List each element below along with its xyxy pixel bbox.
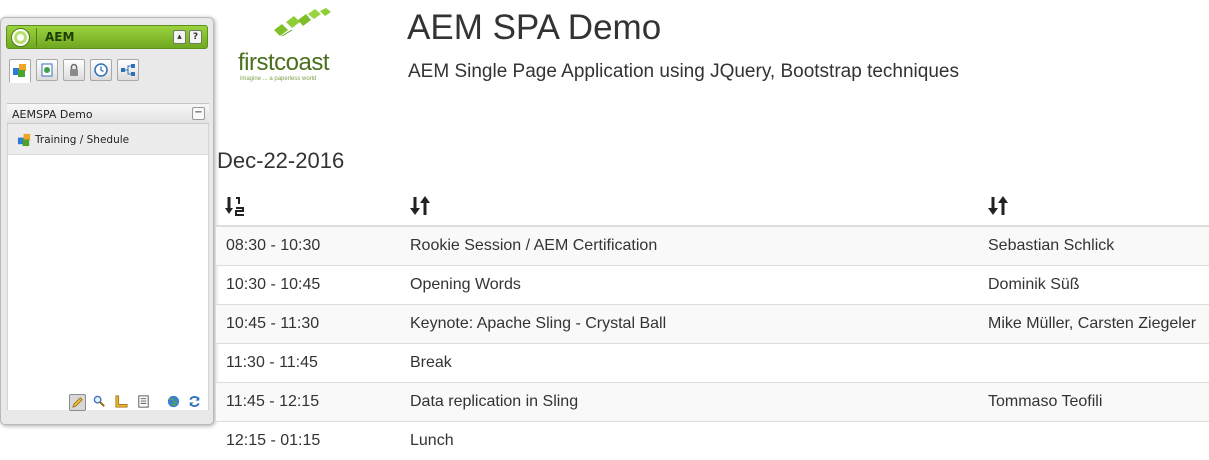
tab-versioning[interactable] — [90, 59, 112, 81]
lock-icon — [70, 63, 78, 76]
sidekick-section-header[interactable]: AEMSPA Demo − — [7, 104, 209, 124]
page-subtitle: AEM Single Page Application using JQuery… — [408, 61, 959, 82]
page-title: AEM SPA Demo — [407, 8, 662, 47]
edit-mode-button[interactable] — [69, 394, 86, 411]
websites-button[interactable] — [166, 394, 183, 411]
table-row[interactable]: 10:30 - 10:45 Opening Words Dominik Süß — [216, 264, 1209, 304]
title-cell: Data replication in Sling — [400, 381, 978, 421]
time-cell: 12:15 - 01:15 — [216, 420, 400, 460]
title-cell: Rookie Session / AEM Certification — [400, 225, 978, 265]
scaffolding-button[interactable] — [136, 394, 153, 411]
title-cell: Keynote: Apache Sling - Crystal Ball — [400, 303, 978, 343]
sidekick-component-list: Training / Shedule — [7, 124, 209, 410]
table-row[interactable]: 10:45 - 11:30 Keynote: Apache Sling - Cr… — [216, 303, 1209, 343]
time-cell: 11:30 - 11:45 — [216, 342, 400, 382]
logo-tagline: imagine ... a paperless world — [240, 76, 317, 82]
list-item[interactable]: Training / Shedule — [8, 124, 208, 155]
globe-icon — [167, 395, 180, 408]
tab-page[interactable] — [36, 59, 58, 81]
page-icon — [41, 63, 53, 77]
title-cell: Lunch — [400, 420, 978, 460]
collapse-icon[interactable]: ▴ — [173, 30, 186, 44]
tab-workflow[interactable] — [117, 59, 139, 81]
ruler-icon — [115, 395, 128, 408]
table-row[interactable]: 11:30 - 11:45 Break — [216, 342, 1209, 382]
speaker-cell: Sebastian Schlick — [978, 225, 1209, 265]
refresh-icon — [189, 396, 200, 407]
magnifier-icon — [93, 395, 105, 407]
tab-information[interactable] — [63, 59, 85, 81]
minus-icon[interactable]: − — [192, 107, 205, 120]
document-icon — [138, 395, 149, 408]
speaker-cell — [978, 342, 1209, 382]
time-column-header[interactable] — [216, 186, 400, 227]
section-title: AEMSPA Demo — [12, 108, 93, 121]
tab-components[interactable] — [9, 59, 31, 83]
schedule-table: 08:30 - 10:30 Rookie Session / AEM Certi… — [216, 186, 1209, 460]
sort-icon — [410, 195, 430, 215]
sidekick-panel: AEM ▴ ? AEMSPA Demo − Training / Shedule — [0, 17, 214, 425]
pencil-icon — [72, 397, 83, 408]
sort-numeric-icon — [225, 196, 244, 216]
table-row[interactable]: 12:15 - 01:15 Lunch — [216, 420, 1209, 460]
speaker-cell: Tommaso Teofili — [978, 381, 1209, 421]
cq-logo-icon — [11, 28, 30, 47]
sidekick-header[interactable]: AEM ▴ ? — [6, 25, 208, 49]
logo-leaves-icon — [274, 8, 331, 37]
title-cell: Break — [400, 342, 978, 382]
time-cell: 10:45 - 11:30 — [216, 303, 400, 343]
component-icon — [17, 133, 31, 147]
company-logo: firstcoast imagine ... a paperless world — [236, 8, 346, 86]
title-cell: Opening Words — [400, 264, 978, 304]
table-row[interactable]: 11:45 - 12:15 Data replication in Sling … — [216, 381, 1209, 421]
design-mode-button[interactable] — [114, 394, 131, 411]
sidekick-tabs — [7, 56, 209, 104]
components-icon — [13, 64, 26, 77]
sort-icon — [988, 195, 1008, 215]
logo-wordmark: firstcoast — [238, 49, 330, 76]
help-icon[interactable]: ? — [189, 30, 202, 44]
workflow-icon — [121, 64, 135, 76]
time-cell: 10:30 - 10:45 — [216, 264, 400, 304]
speaker-cell: Mike Müller, Carsten Ziegeler — [978, 303, 1209, 343]
title-column-header[interactable] — [400, 186, 978, 227]
table-row[interactable]: 08:30 - 10:30 Rookie Session / AEM Certi… — [216, 225, 1209, 265]
speaker-cell — [978, 420, 1209, 460]
schedule-date: Dec-22-2016 — [217, 148, 345, 173]
time-cell: 11:45 - 12:15 — [216, 381, 400, 421]
speaker-column-header[interactable] — [978, 186, 1209, 227]
list-item-label: Training / Shedule — [35, 134, 130, 146]
preview-button[interactable] — [92, 394, 109, 411]
table-header-row — [216, 186, 1209, 227]
header-divider — [36, 28, 37, 47]
speaker-cell: Dominik Süß — [978, 264, 1209, 304]
clock-icon — [94, 63, 108, 77]
refresh-button[interactable] — [187, 394, 204, 411]
sidekick-title: AEM — [45, 30, 75, 44]
time-cell: 08:30 - 10:30 — [216, 225, 400, 265]
